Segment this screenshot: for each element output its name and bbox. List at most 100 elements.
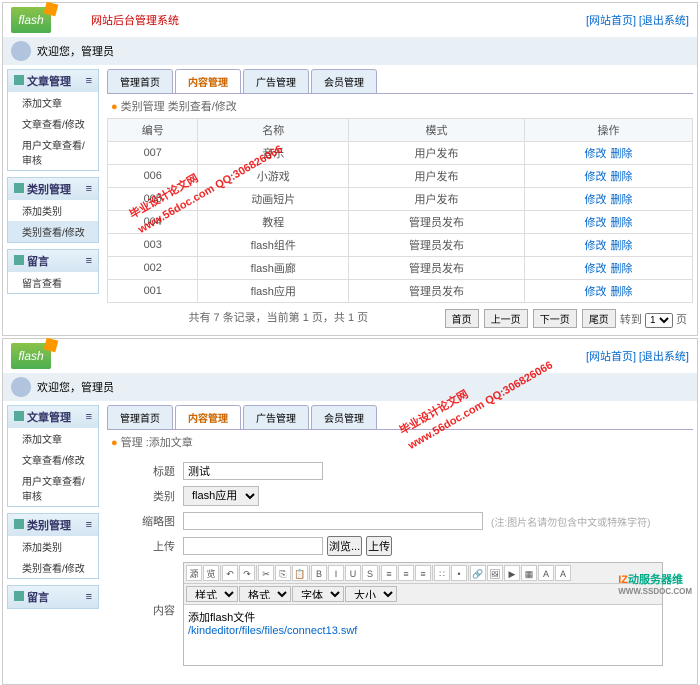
copy-icon[interactable]: ⎘	[275, 565, 291, 581]
crumb-text: 类别管理 类别查看/修改	[121, 101, 237, 113]
sidebar-item[interactable]: 类别查看/修改	[8, 557, 98, 578]
op-link[interactable]: 删除	[610, 217, 632, 229]
home-link[interactable]: [网站首页]	[586, 15, 636, 27]
tab[interactable]: 广告管理	[243, 405, 309, 429]
sidebar-group-header[interactable]: 文章管理≡	[8, 406, 98, 428]
strike-icon[interactable]: S	[362, 565, 378, 581]
tab[interactable]: 管理首页	[107, 405, 173, 429]
sidebar: 文章管理≡添加文章文章查看/修改用户文章查看/审核类别管理≡添加类别类别查看/修…	[3, 401, 103, 684]
op-link[interactable]: 删除	[610, 194, 632, 206]
op-link[interactable]: 修改	[584, 171, 606, 183]
title-input[interactable]	[183, 462, 323, 480]
top-panel: flash 网站后台管理系统 [网站首页] [退出系统] 欢迎您， 管理员 文章…	[2, 2, 698, 336]
op-link[interactable]: 修改	[584, 148, 606, 160]
op-link[interactable]: 删除	[610, 148, 632, 160]
ops-cell: 修改删除	[524, 257, 692, 280]
sidebar-item[interactable]: 文章查看/修改	[8, 449, 98, 470]
ul-icon[interactable]: •	[451, 565, 467, 581]
sidebar-item[interactable]: 用户文章查看/审核	[8, 470, 98, 506]
main-bottom: 管理首页内容管理广告管理会员管理 ●管理 :添加文章 标题 类别flash应用 …	[103, 401, 697, 684]
pager-last[interactable]: 尾页	[582, 309, 616, 328]
color-icon[interactable]: A	[538, 565, 554, 581]
content-label: 内容	[115, 602, 175, 618]
op-link[interactable]: 修改	[584, 194, 606, 206]
tab[interactable]: 管理首页	[107, 69, 173, 93]
editor-file-link[interactable]: /kindeditor/files/files/connect13.swf	[188, 625, 357, 637]
sidebar-item[interactable]: 用户文章查看/审核	[8, 134, 98, 170]
cell: 002	[108, 257, 198, 280]
sidebar-group: 类别管理≡添加类别类别查看/修改	[7, 177, 99, 243]
sidebar-item[interactable]: 添加文章	[8, 92, 98, 113]
editor-toolbar-2: 样式 格式 字体 大小	[184, 584, 662, 605]
home-link[interactable]: [网站首页]	[586, 351, 636, 363]
welcome-user: 管理员	[81, 43, 114, 59]
sidebar-item[interactable]: 添加类别	[8, 200, 98, 221]
op-link[interactable]: 修改	[584, 286, 606, 298]
logout-link[interactable]: [退出系统]	[639, 351, 689, 363]
tab[interactable]: 会员管理	[311, 405, 377, 429]
system-title: 网站后台管理系统	[91, 12, 179, 28]
op-link[interactable]: 修改	[584, 217, 606, 229]
upload-button[interactable]: 上传	[366, 536, 392, 556]
link-icon[interactable]: 🔗	[470, 565, 486, 581]
tab[interactable]: 内容管理	[175, 405, 241, 429]
table-icon[interactable]: ▦	[521, 565, 537, 581]
browse-button[interactable]: 浏览...	[327, 536, 362, 556]
sidebar-item[interactable]: 留言查看	[8, 272, 98, 293]
sidebar-item[interactable]: 添加文章	[8, 428, 98, 449]
sidebar-item[interactable]: 添加类别	[8, 536, 98, 557]
undo-icon[interactable]: ↶	[222, 565, 238, 581]
thumb-input[interactable]	[183, 512, 483, 530]
flash-icon[interactable]: ▶	[504, 565, 520, 581]
align-center-icon[interactable]: ≡	[398, 565, 414, 581]
align-left-icon[interactable]: ≡	[381, 565, 397, 581]
underline-icon[interactable]: U	[345, 565, 361, 581]
align-right-icon[interactable]: ≡	[415, 565, 431, 581]
op-link[interactable]: 删除	[610, 263, 632, 275]
italic-icon[interactable]: I	[328, 565, 344, 581]
cat-select[interactable]: flash应用	[183, 486, 259, 506]
source-icon[interactable]: 源	[186, 565, 202, 581]
ol-icon[interactable]: ∷	[434, 565, 450, 581]
editor-body[interactable]: 添加flash文件 /kindeditor/files/files/connec…	[184, 605, 662, 665]
op-link[interactable]: 删除	[610, 240, 632, 252]
pager-next[interactable]: 下一页	[533, 309, 577, 328]
avatar-icon	[11, 41, 31, 61]
image-icon[interactable]: 🖼	[487, 565, 503, 581]
pager-select[interactable]: 1	[645, 313, 673, 328]
logout-link[interactable]: [退出系统]	[639, 15, 689, 27]
cell: flash应用	[198, 280, 349, 303]
cell: 用户发布	[349, 188, 525, 211]
sidebar-item[interactable]: 类别查看/修改	[8, 221, 98, 242]
tab[interactable]: 会员管理	[311, 69, 377, 93]
pager-first[interactable]: 首页	[445, 309, 479, 328]
cell: 教程	[198, 211, 349, 234]
op-link[interactable]: 删除	[610, 171, 632, 183]
sidebar-group-header[interactable]: 文章管理≡	[8, 70, 98, 92]
sidebar-group-header[interactable]: 留言≡	[8, 586, 98, 608]
bold-icon[interactable]: B	[311, 565, 327, 581]
sidebar-group-header[interactable]: 类别管理≡	[8, 178, 98, 200]
paste-icon[interactable]: 📋	[292, 565, 308, 581]
welcome-bar: 欢迎您， 管理员	[3, 373, 697, 401]
cut-icon[interactable]: ✂	[258, 565, 274, 581]
op-link[interactable]: 修改	[584, 240, 606, 252]
tabs: 管理首页内容管理广告管理会员管理	[107, 405, 693, 430]
table-row: 005动画短片用户发布修改删除	[108, 188, 693, 211]
ops-cell: 修改删除	[524, 165, 692, 188]
upload-path[interactable]	[183, 537, 323, 555]
sidebar-group-header[interactable]: 类别管理≡	[8, 514, 98, 536]
sidebar-group-header[interactable]: 留言≡	[8, 250, 98, 272]
op-link[interactable]: 删除	[610, 286, 632, 298]
tab[interactable]: 广告管理	[243, 69, 309, 93]
rich-editor: 源览 ↶↷ ✂⎘📋 BIUS ≡≡≡ ∷• 🔗🖼▶▦AA 样式 格式 字体	[183, 562, 663, 666]
pager-prev[interactable]: 上一页	[484, 309, 528, 328]
tab[interactable]: 内容管理	[175, 69, 241, 93]
sidebar-item[interactable]: 文章查看/修改	[8, 113, 98, 134]
op-link[interactable]: 修改	[584, 263, 606, 275]
bgcolor-icon[interactable]: A	[555, 565, 571, 581]
redo-icon[interactable]: ↷	[239, 565, 255, 581]
cell: 003	[108, 234, 198, 257]
pager-summary: 共有 7 条记录，当前第 1 页，共 1 页	[188, 312, 368, 324]
preview-icon[interactable]: 览	[203, 565, 219, 581]
